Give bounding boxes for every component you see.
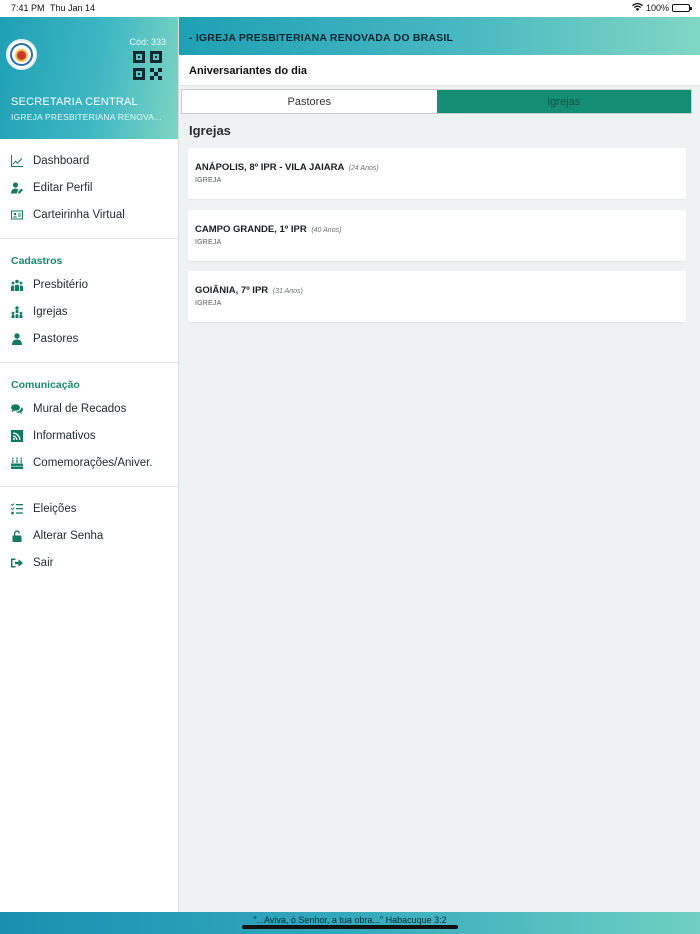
sign-out-icon bbox=[11, 557, 23, 569]
list-check-icon bbox=[11, 502, 23, 515]
home-indicator[interactable] bbox=[242, 925, 458, 929]
sidebar-item-label: Dashboard bbox=[33, 154, 90, 167]
group-title-comunicacao: Comunicação bbox=[11, 379, 80, 391]
church-logo bbox=[6, 39, 37, 70]
segmented-control: Pastores Igrejas bbox=[181, 89, 692, 114]
sidebar-item-label: Presbitério bbox=[33, 278, 88, 291]
sidebar-menu: Dashboard Editar Perfil Carteirinha Virt… bbox=[0, 139, 178, 586]
status-bar: 7:41 PM Thu Jan 14 100% bbox=[0, 0, 700, 17]
menu-group-comunicacao: Comunicação Mural de Recados Informativo… bbox=[0, 363, 178, 487]
church-name: CAMPO GRANDE, 1º IPR bbox=[195, 223, 307, 235]
church-age: (31 Anos) bbox=[272, 288, 303, 295]
footer-bar: "...Aviva, ó Senhor, a tua obra..." Haba… bbox=[0, 912, 700, 934]
sidebar-item-sair[interactable]: Sair bbox=[0, 549, 178, 576]
sidebar: Cód: 333 SECRETARIA CENTRAL IGREJA PRESB… bbox=[0, 17, 179, 912]
church-age: (24 Anos) bbox=[348, 165, 379, 172]
sidebar-item-presbiterio[interactable]: Presbitério bbox=[0, 271, 178, 298]
qr-code-icon[interactable] bbox=[133, 51, 162, 80]
section-title: Igrejas bbox=[189, 123, 231, 138]
group-title-cadastros: Cadastros bbox=[11, 255, 63, 267]
sidebar-item-comemoracoes[interactable]: Comemorações/Aniver. bbox=[0, 449, 178, 476]
status-date: Thu Jan 14 bbox=[50, 3, 96, 13]
battery-percent: 100% bbox=[645, 3, 669, 13]
church-type: IGREJA bbox=[195, 300, 222, 307]
user-edit-icon bbox=[11, 181, 23, 194]
chart-line-icon bbox=[11, 154, 23, 167]
org-subtitle: IGREJA PRESBITERIANA RENOVA... bbox=[11, 112, 162, 122]
sidebar-item-informativos[interactable]: Informativos bbox=[0, 422, 178, 449]
church-name: ANÁPOLIS, 8º IPR - VILA JAIARA bbox=[195, 162, 344, 173]
sidebar-item-label: Igrejas bbox=[33, 305, 68, 318]
church-type: IGREJA bbox=[195, 177, 222, 184]
sidebar-item-label: Comemorações/Aniver. bbox=[33, 456, 153, 469]
sidebar-item-label: Informativos bbox=[33, 429, 96, 442]
menu-group-main: Dashboard Editar Perfil Carteirinha Virt… bbox=[0, 139, 178, 239]
sidebar-item-mural-de-recados[interactable]: Mural de Recados bbox=[0, 395, 178, 422]
sidebar-item-pastores[interactable]: Pastores bbox=[0, 325, 178, 352]
sidebar-item-label: Mural de Recados bbox=[33, 402, 127, 415]
comments-icon bbox=[11, 403, 23, 415]
status-indicators: 100% bbox=[631, 3, 692, 13]
list-item[interactable]: CAMPO GRANDE, 1º IPR (40 Anos) IGREJA bbox=[188, 209, 686, 261]
church-list: ANÁPOLIS, 8º IPR - VILA JAIARA (24 Anos)… bbox=[188, 148, 686, 333]
sidebar-item-label: Alterar Senha bbox=[33, 529, 104, 542]
birthday-cake-icon bbox=[11, 457, 23, 469]
church-type: IGREJA bbox=[195, 238, 222, 246]
sidebar-item-label: Carteirinha Virtual bbox=[33, 208, 125, 221]
battery-icon bbox=[672, 4, 692, 12]
top-bar: - IGREJA PRESBITERIANA RENOVADA DO BRASI… bbox=[179, 17, 700, 55]
list-item[interactable]: GOIÂNIA, 7º IPR (31 Anos) IGREJA bbox=[188, 271, 686, 322]
org-name: SECRETARIA CENTRAL bbox=[11, 96, 138, 108]
code-label: Cód: 333 bbox=[129, 37, 166, 47]
user-tie-icon bbox=[11, 332, 23, 345]
wifi-icon bbox=[631, 3, 643, 13]
page-title: Aniversariantes do dia bbox=[189, 65, 307, 77]
page-header: Aniversariantes do dia bbox=[179, 55, 700, 86]
church-age: (40 Anos) bbox=[311, 226, 342, 234]
main-content: - IGREJA PRESBITERIANA RENOVADA DO BRASI… bbox=[179, 17, 700, 912]
people-group-icon bbox=[11, 279, 23, 291]
sidebar-item-eleicoes[interactable]: Eleições bbox=[0, 495, 178, 522]
menu-group-cadastros: Cadastros Presbitério Igrejas Pastores bbox=[0, 239, 178, 363]
tab-pastores[interactable]: Pastores bbox=[182, 90, 437, 113]
unlock-icon bbox=[11, 529, 23, 542]
tab-igrejas[interactable]: Igrejas bbox=[436, 90, 691, 113]
sidebar-item-editar-perfil[interactable]: Editar Perfil bbox=[0, 174, 178, 201]
sidebar-item-dashboard[interactable]: Dashboard bbox=[0, 147, 178, 174]
top-bar-title: - IGREJA PRESBITERIANA RENOVADA DO BRASI… bbox=[189, 32, 454, 44]
sitemap-icon bbox=[11, 305, 23, 318]
sidebar-item-igrejas[interactable]: Igrejas bbox=[0, 298, 178, 325]
sidebar-header: Cód: 333 SECRETARIA CENTRAL IGREJA PRESB… bbox=[0, 17, 178, 139]
sidebar-item-alterar-senha[interactable]: Alterar Senha bbox=[0, 522, 178, 549]
rss-icon bbox=[11, 429, 23, 442]
sidebar-item-carteirinha-virtual[interactable]: Carteirinha Virtual bbox=[0, 201, 178, 228]
sidebar-item-label: Sair bbox=[33, 556, 54, 569]
footer-verse: "...Aviva, ó Senhor, a tua obra..." Haba… bbox=[253, 915, 447, 925]
list-item[interactable]: ANÁPOLIS, 8º IPR - VILA JAIARA (24 Anos)… bbox=[188, 148, 686, 199]
status-time: 7:41 PM bbox=[11, 3, 45, 13]
menu-group-account: Eleições Alterar Senha Sair bbox=[0, 487, 178, 586]
sidebar-item-label: Eleições bbox=[33, 502, 77, 515]
sidebar-item-label: Pastores bbox=[33, 332, 79, 345]
id-card-icon bbox=[11, 209, 23, 221]
sidebar-item-label: Editar Perfil bbox=[33, 181, 93, 194]
church-name: GOIÂNIA, 7º IPR bbox=[195, 285, 269, 296]
